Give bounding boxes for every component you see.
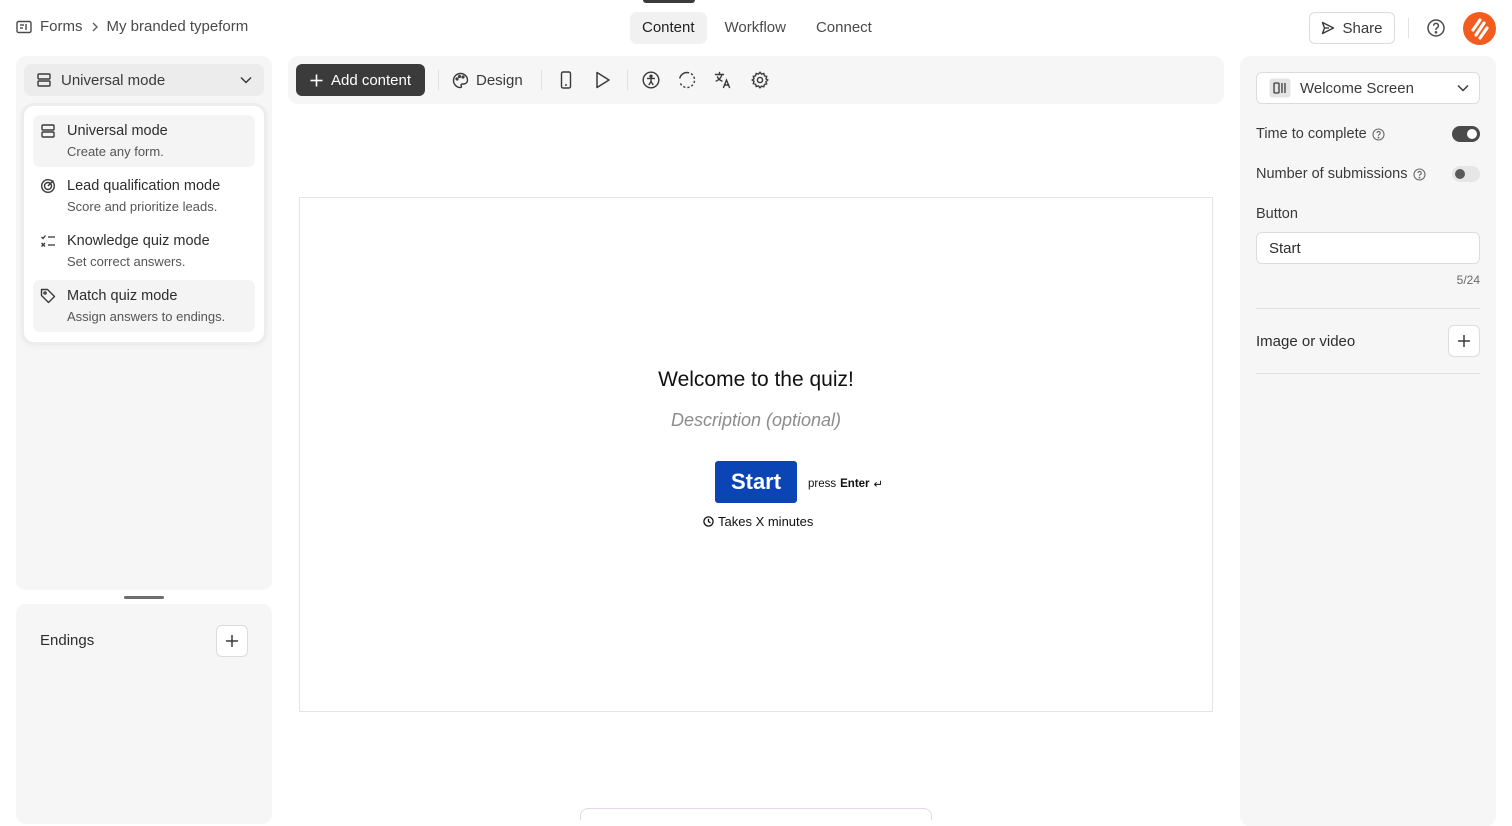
time-to-complete-setting: Time to complete (1256, 126, 1385, 142)
chevron-down-icon (240, 76, 252, 84)
add-image-button[interactable] (1448, 325, 1480, 357)
design-label: Design (476, 71, 523, 89)
menu-item-title: Universal mode (67, 123, 168, 139)
nav-tabs: Content Workflow Connect (630, 12, 884, 44)
tab-workflow[interactable]: Workflow (713, 12, 798, 44)
image-or-video-label: Image or video (1256, 333, 1356, 350)
send-icon (1321, 21, 1335, 35)
plus-icon (310, 74, 323, 87)
welcome-title[interactable]: Welcome to the quiz! (299, 368, 1213, 392)
menu-item-lead-qualification-mode[interactable]: Lead qualification mode Score and priori… (33, 170, 255, 222)
mode-dropdown-menu: Universal mode Create any form. Lead qua… (24, 106, 264, 342)
time-to-complete-toggle[interactable] (1452, 126, 1480, 142)
translate-icon[interactable] (714, 71, 732, 89)
mobile-preview-icon[interactable] (558, 71, 574, 89)
share-button[interactable]: Share (1309, 12, 1395, 44)
help-icon[interactable] (1412, 167, 1426, 181)
press-key: Enter (840, 478, 870, 490)
menu-item-description: Create any form. (67, 144, 164, 159)
menu-item-title: Match quiz mode (67, 288, 178, 304)
enter-icon: ↵ (873, 479, 884, 491)
breadcrumb-forms-link[interactable]: Forms (40, 18, 83, 35)
share-label: Share (1342, 19, 1383, 37)
form-preview-canvas[interactable] (299, 197, 1213, 712)
next-block-card (580, 808, 932, 820)
screen-type-value: Welcome Screen (1300, 79, 1414, 97)
press-prefix: press (808, 478, 837, 490)
submissions-toggle[interactable] (1452, 166, 1480, 182)
mode-selector[interactable]: Universal mode (24, 64, 264, 96)
accessibility-icon[interactable] (642, 71, 660, 89)
endings-label: Endings (40, 632, 95, 649)
time-to-complete-label: Time to complete (1256, 126, 1367, 142)
header-divider (1408, 18, 1409, 38)
button-label: Button (1256, 206, 1298, 222)
help-icon[interactable] (1372, 127, 1385, 141)
menu-item-description: Score and prioritize leads. (67, 199, 218, 214)
menu-item-match-quiz-mode[interactable]: Match quiz mode Assign answers to ending… (33, 280, 255, 332)
clock-icon (703, 516, 714, 527)
mode-selector-value: Universal mode (61, 71, 166, 89)
tag-icon (40, 288, 56, 304)
add-ending-button[interactable] (216, 625, 248, 657)
menu-item-universal-mode[interactable]: Universal mode Create any form. (33, 115, 255, 167)
target-icon (40, 178, 56, 194)
checklist-icon (40, 233, 56, 249)
tab-connect[interactable]: Connect (804, 12, 884, 44)
design-button[interactable]: Design (452, 64, 523, 96)
play-icon[interactable] (594, 71, 611, 89)
character-counter: 5/24 (1456, 273, 1480, 287)
palette-icon (452, 72, 469, 89)
forms-icon[interactable] (16, 20, 32, 34)
press-enter-hint: press Enter ↵ (808, 477, 883, 491)
chevron-right-icon (91, 22, 99, 32)
divider (1256, 308, 1480, 309)
description-placeholder[interactable]: Description (optional) (299, 410, 1213, 431)
number-of-submissions-setting: Number of submissions (1256, 166, 1426, 182)
menu-item-description: Set correct answers. (67, 254, 186, 269)
welcome-screen-icon (1269, 78, 1291, 98)
toolbar-divider (438, 70, 439, 90)
toolbar-divider (627, 70, 628, 90)
gear-icon[interactable] (751, 71, 769, 89)
menu-item-description: Assign answers to endings. (67, 309, 226, 324)
help-icon[interactable] (1426, 18, 1446, 38)
button-text-input[interactable] (1256, 232, 1480, 264)
add-content-label: Add content (330, 71, 412, 89)
stack-icon (36, 72, 52, 88)
plus-icon (1457, 334, 1471, 348)
toolbar-divider (541, 70, 542, 90)
menu-item-title: Lead qualification mode (67, 178, 221, 194)
start-button[interactable]: Start (715, 461, 797, 503)
user-avatar[interactable] (1463, 12, 1496, 45)
plus-icon (225, 634, 239, 648)
breadcrumb: Forms My branded typeform (16, 18, 248, 35)
panel-resize-handle[interactable] (124, 596, 164, 599)
chevron-down-icon (1457, 84, 1469, 92)
time-to-complete-hint: Takes X minutes (703, 514, 813, 529)
menu-item-title: Knowledge quiz mode (67, 233, 210, 249)
top-header: Forms My branded typeform Content Workfl… (0, 0, 1512, 56)
submissions-label: Number of submissions (1256, 166, 1408, 182)
tab-content[interactable]: Content (630, 12, 707, 44)
menu-item-knowledge-quiz-mode[interactable]: Knowledge quiz mode Set correct answers. (33, 225, 255, 277)
screen-type-selector[interactable]: Welcome Screen (1256, 72, 1480, 104)
add-content-button[interactable]: Add content (296, 64, 425, 96)
divider (1256, 373, 1480, 374)
stack-icon (40, 123, 56, 139)
time-text: Takes X minutes (718, 514, 814, 529)
loading-spinner-icon[interactable] (678, 71, 696, 89)
breadcrumb-current-form[interactable]: My branded typeform (107, 18, 249, 35)
active-tab-indicator (643, 0, 695, 3)
